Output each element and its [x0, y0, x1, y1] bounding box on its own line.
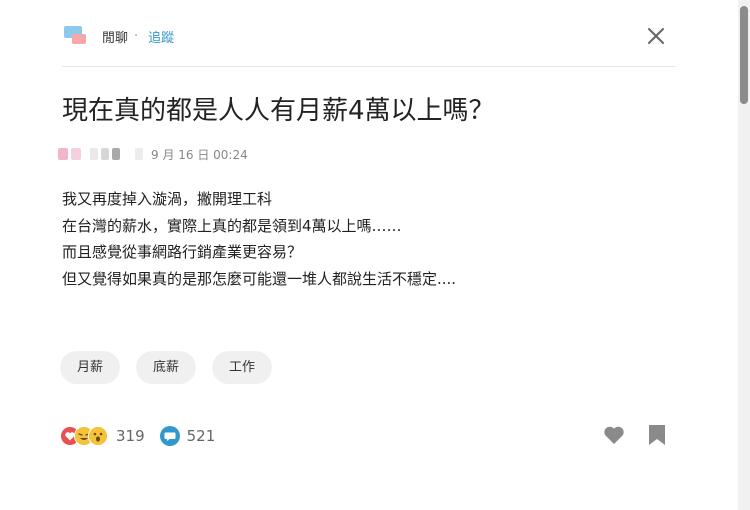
tag-base-salary[interactable]: 底薪: [136, 351, 197, 384]
scrollbar-thumb[interactable]: [740, 6, 748, 104]
body-line: 但又覺得如果真的是那怎麼可能還一堆人都說生活不穩定....: [62, 269, 457, 288]
tag-salary[interactable]: 月薪: [60, 351, 121, 384]
follow-button[interactable]: 追蹤: [148, 27, 174, 46]
post-header: 閒聊 · 追蹤: [62, 22, 174, 50]
post-title: 現在真的都是人人有月薪4萬以上嗎？: [62, 96, 495, 126]
reaction-count: 319: [116, 427, 145, 445]
reaction-icons[interactable]: [60, 426, 108, 446]
scrollbar[interactable]: [738, 0, 750, 510]
comment-count: 521: [186, 427, 216, 445]
bookmark-icon[interactable]: [648, 424, 666, 446]
comment-icon[interactable]: [159, 425, 181, 447]
post-actions: [602, 424, 666, 446]
body-line: 我又再度掉入漩渦，撇開理工科: [62, 190, 273, 208]
post-modal: 閒聊 · 追蹤 現在真的都是人人有月薪4萬以上嗎？ 9 月 16 日 00:24…: [0, 0, 738, 510]
body-line: 在台灣的薪水，實際上真的都是領到4萬以上嗎……: [62, 216, 402, 235]
body-line: 而且感覺從事網路行銷產業更容易？: [62, 243, 303, 261]
wow-reaction-icon: [88, 426, 108, 446]
forum-name-link[interactable]: 閒聊: [102, 27, 128, 46]
tag-work[interactable]: 工作: [212, 351, 273, 384]
like-heart-icon[interactable]: [602, 424, 626, 446]
post-body: 我又再度掉入漩渦，撇開理工科 在台灣的薪水，實際上真的都是領到4萬以上嗎…… 而…: [62, 186, 662, 292]
author-avatar-blurred: [58, 148, 143, 160]
tag-list: 月薪 底薪 工作: [60, 351, 273, 384]
close-icon[interactable]: [644, 24, 668, 48]
header-separator: ·: [134, 28, 139, 44]
forum-board-icon: [62, 24, 90, 48]
post-footer: 319 521: [60, 422, 229, 450]
post-date: 9 月 16 日 00:24: [151, 147, 248, 162]
post-meta: 9 月 16 日 00:24: [58, 144, 248, 164]
header-divider: [62, 66, 676, 67]
